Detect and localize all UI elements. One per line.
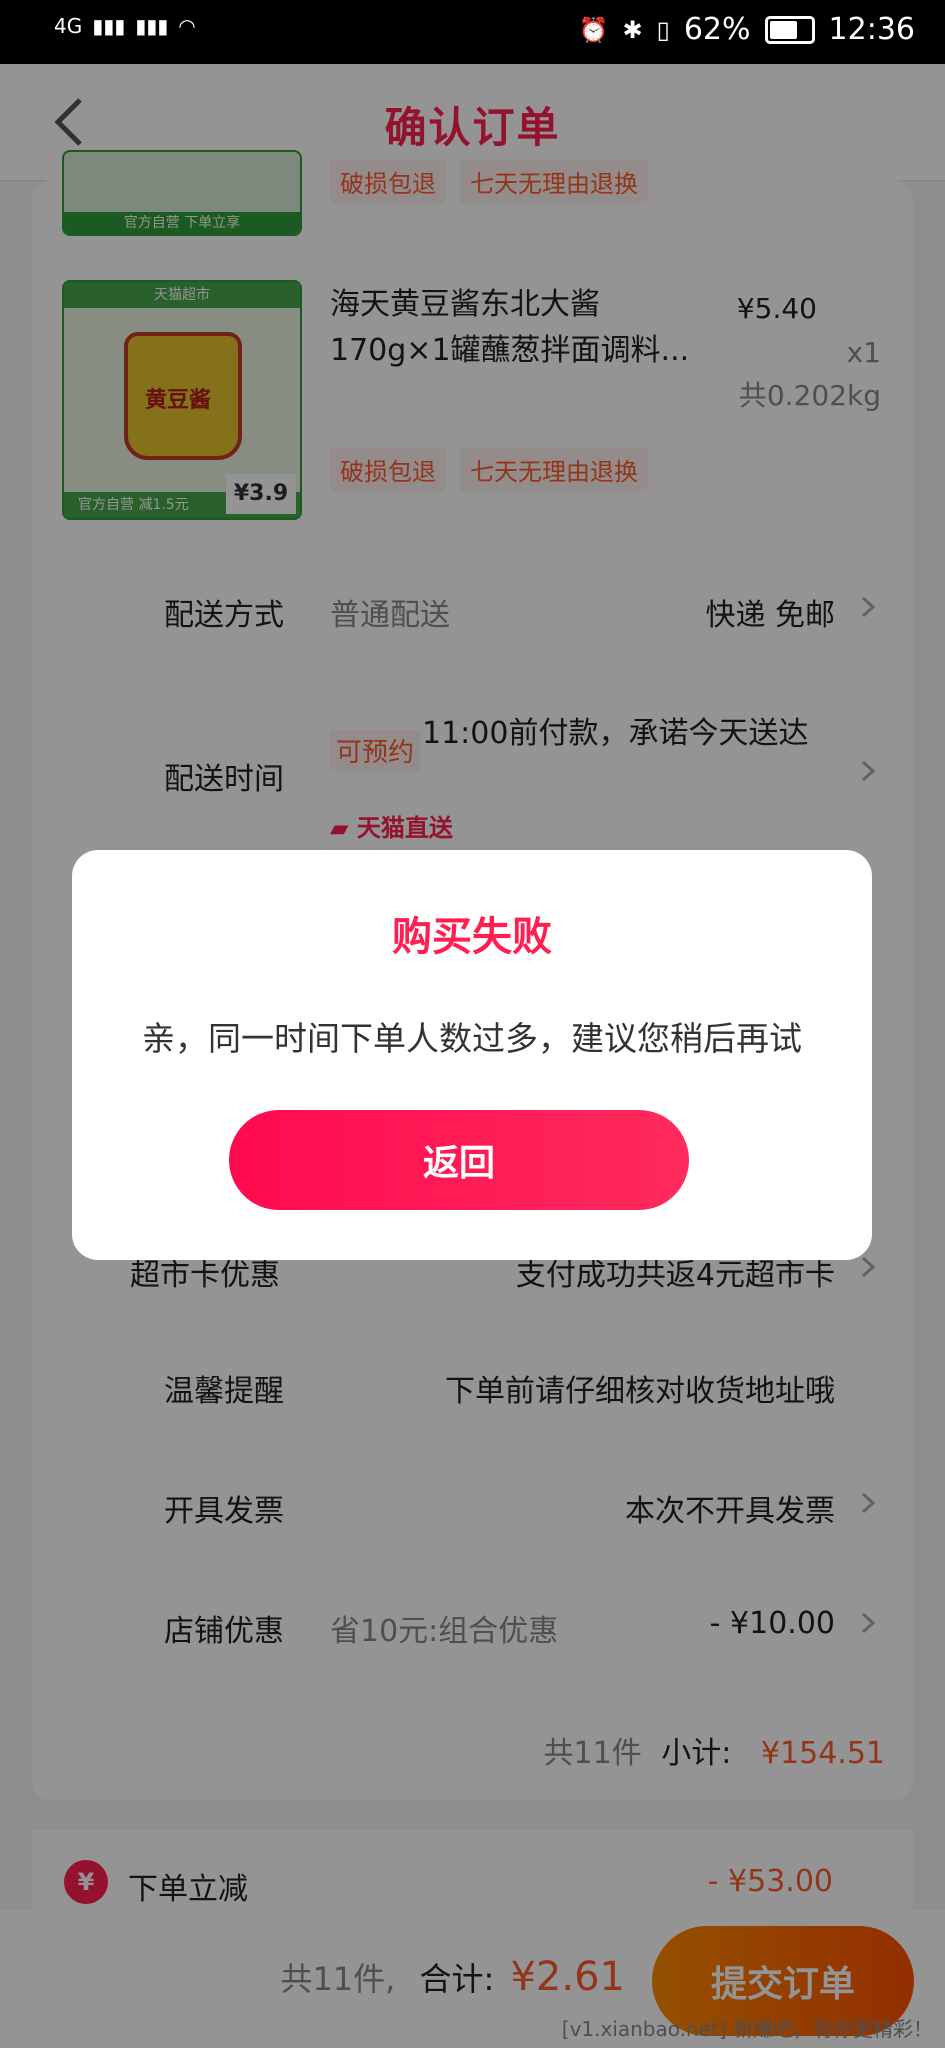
dialog-title: 购买失败 bbox=[392, 914, 552, 960]
status-right: ⏰ ✱ ▯ 62% 12:36 bbox=[579, 12, 915, 47]
return-button[interactable]: 返回 bbox=[229, 1110, 689, 1210]
signal-icon-2: ▮▮▮ bbox=[135, 14, 169, 38]
status-bar: 4G ▮▮▮ ▮▮▮ ◠ ⏰ ✱ ▯ 62% 12:36 bbox=[0, 0, 945, 64]
battery-icon bbox=[764, 15, 815, 44]
wifi-icon: ◠ bbox=[178, 14, 196, 38]
bluetooth-icon: ✱ bbox=[622, 15, 643, 44]
battery-percent: 62% bbox=[683, 12, 751, 47]
dialog-message: 亲，同一时间下单人数过多，建议您稍后再试 bbox=[142, 1019, 802, 1058]
network-label: 4G bbox=[54, 14, 83, 38]
signal-icon: ▮▮▮ bbox=[92, 14, 126, 38]
vibrate-icon: ▯ bbox=[656, 15, 670, 44]
status-left: 4G ▮▮▮ ▮▮▮ ◠ bbox=[54, 14, 196, 38]
alarm-icon: ⏰ bbox=[578, 15, 609, 44]
clock: 12:36 bbox=[828, 12, 915, 47]
purchase-failed-dialog: 购买失败 亲，同一时间下单人数过多，建议您稍后再试 返回 bbox=[72, 850, 872, 1260]
